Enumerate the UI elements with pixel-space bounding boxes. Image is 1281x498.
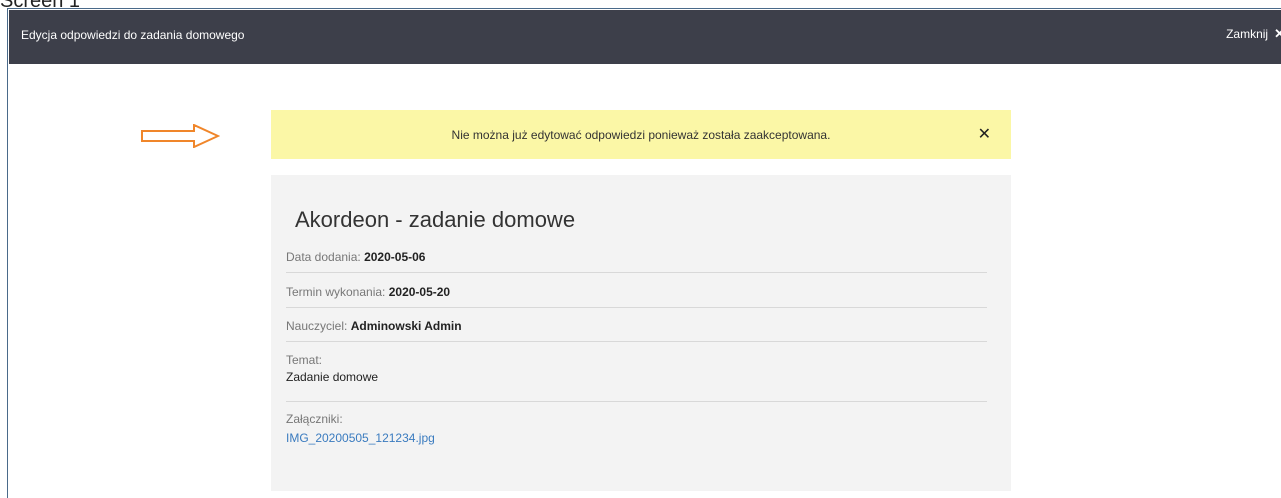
topic-value: Zadanie domowe <box>286 370 379 384</box>
homework-title: Akordeon - zadanie domowe <box>295 207 576 232</box>
arrow-right-icon <box>141 124 220 148</box>
deadline-value: 2020-05-20 <box>388 285 451 299</box>
deadline-label: Termin wykonania: <box>286 285 386 299</box>
modal-title: Edycja odpowiedzi do zadania domowego <box>21 28 245 42</box>
attachment-link[interactable]: IMG_20200505_121234.jpg <box>286 431 435 445</box>
topic-label: Temat: <box>286 353 323 367</box>
close-button[interactable]: Zamknij ✕ <box>1226 26 1281 42</box>
attachments-row: Załączniki: IMG_20200505_121234.jpg <box>286 412 987 445</box>
close-label: Zamknij <box>1226 27 1269 41</box>
warning-alert: Nie można już edytować odpowiedzi poniew… <box>271 110 1011 159</box>
date-added-label: Data dodania: <box>286 250 361 264</box>
topic-row: Temat: Zadanie domowe <box>286 353 987 384</box>
alert-close-icon[interactable]: ✕ <box>978 124 991 144</box>
teacher-row: Nauczyciel: Adminowski Admin <box>286 319 987 333</box>
teacher-value: Adminowski Admin <box>350 319 462 333</box>
date-added-row: Data dodania: 2020-05-06 <box>286 250 987 264</box>
date-added-value: 2020-05-06 <box>364 250 426 264</box>
divider <box>286 341 987 342</box>
attachments-label: Załączniki: <box>286 412 343 426</box>
homework-details-panel: Akordeon - zadanie domowe Data dodania: … <box>271 175 1011 491</box>
divider <box>286 272 987 273</box>
close-icon: ✕ <box>1274 26 1281 41</box>
modal-header: Edycja odpowiedzi do zadania domowego Za… <box>9 10 1281 64</box>
divider <box>286 307 987 308</box>
alert-message: Nie można już edytować odpowiedzi poniew… <box>451 128 831 142</box>
teacher-label: Nauczyciel: <box>286 319 348 333</box>
divider <box>286 401 987 402</box>
deadline-row: Termin wykonania: 2020-05-20 <box>286 285 987 299</box>
